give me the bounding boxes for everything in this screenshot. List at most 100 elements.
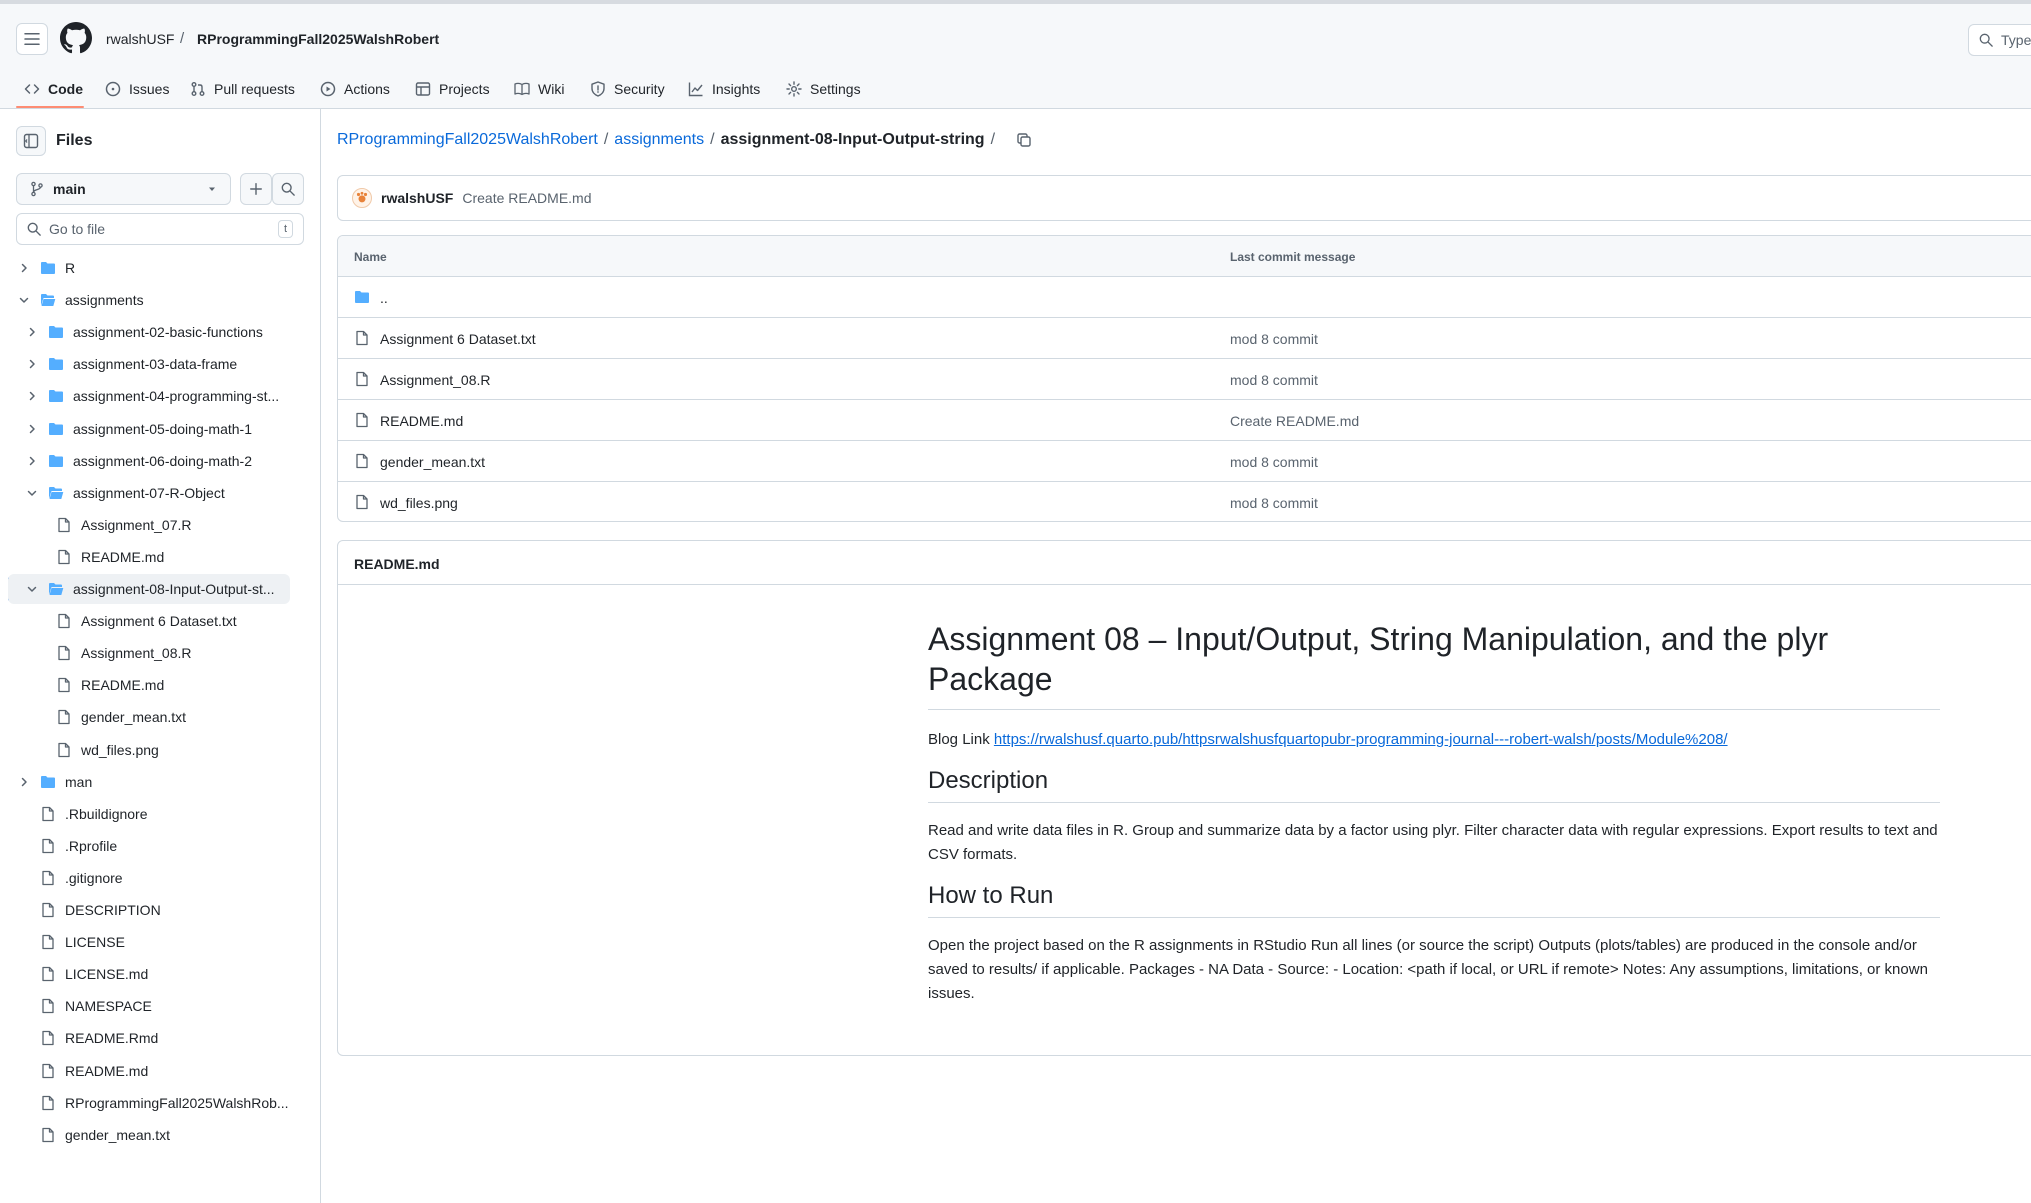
commit-message-link[interactable]: mod 8 commit xyxy=(1230,331,1318,347)
tree-item-label: R xyxy=(65,260,76,276)
file-icon xyxy=(42,1031,54,1046)
table-row[interactable]: gender_mean.txt mod 8 commit xyxy=(338,441,2031,482)
file-icon xyxy=(356,412,368,428)
file-name-link[interactable]: Assignment 6 Dataset.txt xyxy=(380,331,536,347)
file-tree-sidebar: Files main Go to file t Rassignments assi… xyxy=(0,109,321,1203)
tab-issues[interactable]: Issues xyxy=(105,76,169,102)
blog-link-paragraph: Blog Link https://rwalshusf.quarto.pub/h… xyxy=(928,728,1940,752)
tab-actions[interactable]: Actions xyxy=(320,76,390,102)
commit-author[interactable]: rwalshUSF xyxy=(381,190,453,206)
copy-path-button[interactable] xyxy=(1015,131,1033,149)
tree-folder[interactable]: R xyxy=(8,253,290,283)
tree-file[interactable]: .gitignore xyxy=(8,863,290,893)
blog-link[interactable]: https://rwalshusf.quarto.pub/httpsrwalsh… xyxy=(994,731,1728,748)
repo-link[interactable]: RProgrammingFall2025WalshRobert xyxy=(197,31,439,47)
tree-file[interactable]: RProgrammingFall2025WalshRob... xyxy=(8,1088,290,1118)
plus-icon xyxy=(250,183,262,195)
folder-icon xyxy=(41,262,55,274)
file-name-link[interactable]: gender_mean.txt xyxy=(380,454,485,470)
table-row[interactable]: README.md Create README.md xyxy=(338,400,2031,441)
tab-security-label: Security xyxy=(614,81,665,97)
tab-wiki[interactable]: Wiki xyxy=(514,76,564,102)
chevron-down-icon xyxy=(27,586,37,592)
add-file-button[interactable] xyxy=(240,173,272,205)
owner-link[interactable]: rwalshUSF xyxy=(106,31,174,47)
issue-opened-icon xyxy=(105,81,121,97)
file-name-link[interactable]: wd_files.png xyxy=(380,495,458,511)
tree-file[interactable]: gender_mean.txt xyxy=(8,1120,290,1150)
tree-file[interactable]: Assignment_08.R xyxy=(8,638,290,668)
tree-file[interactable]: .Rprofile xyxy=(8,831,290,861)
table-row[interactable]: Assignment_08.R mod 8 commit xyxy=(338,359,2031,400)
file-name-link[interactable]: README.md xyxy=(380,413,463,429)
tree-folder[interactable]: assignment-03-data-frame xyxy=(8,349,290,379)
description-heading: Description xyxy=(928,766,1940,803)
commit-message-link[interactable]: mod 8 commit xyxy=(1230,454,1318,470)
file-icon xyxy=(42,999,54,1014)
chevron-right-icon xyxy=(29,456,35,465)
file-icon xyxy=(42,1095,54,1110)
file-icon xyxy=(356,371,368,387)
commit-message[interactable]: Create README.md xyxy=(462,190,591,206)
tree-folder[interactable]: assignments xyxy=(8,285,290,315)
tree-folder[interactable]: assignment-02-basic-functions xyxy=(8,317,290,347)
tree-file[interactable]: README.md xyxy=(8,670,290,700)
tree-folder[interactable]: assignment-06-doing-math-2 xyxy=(8,446,290,476)
tree-file[interactable]: Assignment_07.R xyxy=(8,510,290,540)
tree-item-label: assignment-07-R-Object xyxy=(73,484,225,501)
tree-folder[interactable]: assignment-04-programming-st... xyxy=(8,381,290,411)
tree-file[interactable]: gender_mean.txt xyxy=(8,702,290,732)
tree-file[interactable]: NAMESPACE xyxy=(8,991,290,1021)
breadcrumb-folder-link[interactable]: assignments xyxy=(614,131,704,149)
file-name-link[interactable]: Assignment_08.R xyxy=(380,372,491,388)
readme-content: Assignment 08 – Input/Output, String Man… xyxy=(928,619,1940,1018)
graph-icon xyxy=(688,82,703,97)
tree-file[interactable]: LICENSE.md xyxy=(8,959,290,989)
tree-folder[interactable]: assignment-07-R-Object xyxy=(8,478,290,508)
tree-file[interactable]: wd_files.png xyxy=(8,735,290,765)
tab-settings[interactable]: Settings xyxy=(786,76,861,102)
tab-insights[interactable]: Insights xyxy=(688,76,760,102)
git-pull-request-icon xyxy=(191,82,205,96)
tree-folder[interactable]: assignment-05-doing-math-1 xyxy=(8,414,290,444)
collapse-sidebar-button[interactable] xyxy=(16,126,46,156)
table-row[interactable]: wd_files.png mod 8 commit xyxy=(338,482,2031,521)
shield-icon xyxy=(591,81,605,97)
tree-file[interactable]: DESCRIPTION xyxy=(8,895,290,925)
global-search-input[interactable]: Type xyxy=(1968,24,2031,56)
branch-selector[interactable]: main xyxy=(16,173,231,205)
blog-link-prefix: Blog Link xyxy=(928,731,990,748)
tree-file[interactable]: README.md xyxy=(8,1056,290,1086)
tree-file[interactable]: LICENSE xyxy=(8,927,290,957)
git-branch-icon xyxy=(31,181,43,197)
tree-file[interactable]: README.Rmd xyxy=(8,1023,290,1053)
breadcrumb-separator: / xyxy=(180,30,185,47)
github-logo-icon[interactable] xyxy=(60,22,92,54)
tree-item-label: README.md xyxy=(65,1062,149,1079)
tree-folder[interactable]: man xyxy=(8,767,290,797)
breadcrumb-repo-link[interactable]: RProgrammingFall2025WalshRobert xyxy=(337,131,598,149)
commit-message-link[interactable]: Create README.md xyxy=(1230,413,1359,429)
tab-code[interactable]: Code xyxy=(24,76,83,102)
tab-security[interactable]: Security xyxy=(590,76,665,102)
tree-file[interactable]: README.md xyxy=(8,542,290,572)
table-row[interactable]: Assignment 6 Dataset.txt mod 8 commit xyxy=(338,318,2031,359)
parent-directory-label: .. xyxy=(380,290,388,306)
search-icon xyxy=(27,222,41,236)
folder-icon xyxy=(355,291,369,303)
tab-projects[interactable]: Projects xyxy=(415,76,490,102)
search-files-button[interactable] xyxy=(272,173,304,205)
gear-icon xyxy=(786,81,802,97)
tree-file[interactable]: .Rbuildignore xyxy=(8,799,290,829)
avatar[interactable] xyxy=(352,188,372,208)
tree-file[interactable]: Assignment 6 Dataset.txt xyxy=(8,606,290,636)
menu-button[interactable] xyxy=(16,23,48,55)
tab-pull-requests[interactable]: Pull requests xyxy=(190,76,295,102)
parent-directory-row[interactable]: .. xyxy=(338,277,2031,318)
commit-message-link[interactable]: mod 8 commit xyxy=(1230,372,1318,388)
go-to-file-input[interactable]: Go to file t xyxy=(16,213,304,245)
breadcrumb-separator: / xyxy=(710,131,715,148)
file-icon xyxy=(42,870,54,886)
tree-folder[interactable]: assignment-08-Input-Output-st... xyxy=(8,574,290,604)
commit-message-link[interactable]: mod 8 commit xyxy=(1230,495,1318,511)
